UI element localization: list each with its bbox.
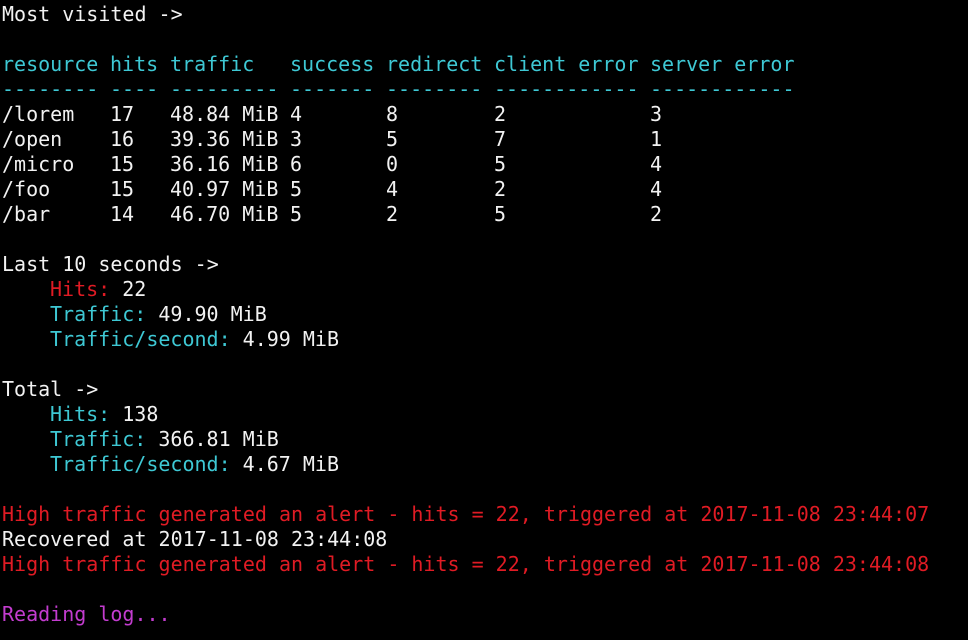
traffic-value: 49.90 MiB — [146, 302, 267, 326]
traffic-per-second-value: 4.67 MiB — [230, 452, 339, 476]
table-header-row: resource hits traffic success redirect c… — [2, 52, 966, 77]
separator-redirect: -------- — [386, 77, 483, 101]
last-10-seconds-hits: Hits: 22 — [2, 277, 966, 302]
hits-label: Hits: — [50, 402, 111, 426]
cell-traffic: 39.36 MiB — [170, 127, 279, 151]
cell-redirect: 8 — [386, 102, 399, 126]
cell-client-error: 2 — [494, 177, 507, 201]
column-header-server-error: server error — [650, 52, 795, 76]
cell-client-error: 5 — [494, 202, 507, 226]
column-header-client-error: client error — [494, 52, 639, 76]
cell-redirect: 0 — [386, 152, 399, 176]
table-row: /lorem 17 48.84 MiB 4 8 2 3 — [2, 102, 966, 127]
cell-redirect: 2 — [386, 202, 399, 226]
terminal-output: Most visited -> resource hits traffic su… — [2, 2, 966, 627]
cell-resource: /foo — [2, 177, 51, 201]
separator-server-error: ------------ — [650, 77, 795, 101]
traffic-per-second-label: Traffic/second: — [50, 452, 231, 476]
cell-traffic: 48.84 MiB — [170, 102, 279, 126]
cell-client-error: 7 — [494, 127, 507, 151]
separator-client-error: ------------ — [494, 77, 639, 101]
cell-success: 5 — [290, 177, 303, 201]
table-row: /foo 15 40.97 MiB 5 4 2 4 — [2, 177, 966, 202]
cell-traffic: 40.97 MiB — [170, 177, 279, 201]
traffic-label: Traffic: — [50, 302, 147, 326]
cell-hits: 15 — [110, 152, 135, 176]
column-header-redirect: redirect — [386, 52, 483, 76]
cell-resource: /bar — [2, 202, 51, 226]
cell-server-error: 4 — [650, 177, 663, 201]
traffic-per-second-label: Traffic/second: — [50, 327, 231, 351]
cell-success: 4 — [290, 102, 303, 126]
cell-resource: /open — [2, 127, 63, 151]
cell-client-error: 5 — [494, 152, 507, 176]
total-traffic: Traffic: 366.81 MiB — [2, 427, 966, 452]
cell-server-error: 2 — [650, 202, 663, 226]
cell-traffic: 36.16 MiB — [170, 152, 279, 176]
total-heading: Total -> — [2, 377, 99, 401]
last-10-seconds-traffic-per-second: Traffic/second: 4.99 MiB — [2, 327, 966, 352]
separator-resource: -------- — [2, 77, 99, 101]
separator-hits: ---- — [110, 77, 159, 101]
hits-value: 138 — [110, 402, 159, 426]
most-visited-heading: Most visited -> — [2, 2, 183, 26]
total-traffic-per-second: Traffic/second: 4.67 MiB — [2, 452, 966, 477]
cell-success: 6 — [290, 152, 303, 176]
recovered-message: Recovered at 2017-11-08 23:44:08 — [2, 527, 388, 551]
alert-message: High traffic generated an alert - hits =… — [2, 502, 930, 526]
separator-traffic: --------- — [170, 77, 279, 101]
cell-resource: /lorem — [2, 102, 75, 126]
hits-value: 22 — [110, 277, 147, 301]
cell-redirect: 4 — [386, 177, 399, 201]
cell-success: 5 — [290, 202, 303, 226]
traffic-value: 366.81 MiB — [146, 427, 279, 451]
hits-label: Hits: — [50, 277, 111, 301]
last-10-seconds-heading: Last 10 seconds -> — [2, 252, 219, 276]
cell-server-error: 4 — [650, 152, 663, 176]
separator-success: ------- — [290, 77, 375, 101]
cell-resource: /micro — [2, 152, 75, 176]
table-row: /open 16 39.36 MiB 3 5 7 1 — [2, 127, 966, 152]
cell-hits: 17 — [110, 102, 135, 126]
traffic-label: Traffic: — [50, 427, 147, 451]
last-10-seconds-traffic: Traffic: 49.90 MiB — [2, 302, 966, 327]
traffic-per-second-value: 4.99 MiB — [230, 327, 339, 351]
table-separator-row: -------- ---- --------- ------- --------… — [2, 77, 966, 102]
column-header-hits: hits — [110, 52, 159, 76]
column-header-traffic: traffic — [170, 52, 255, 76]
table-row: /micro 15 36.16 MiB 6 0 5 4 — [2, 152, 966, 177]
column-header-resource: resource — [2, 52, 99, 76]
cell-server-error: 1 — [650, 127, 663, 151]
column-header-success: success — [290, 52, 375, 76]
cell-server-error: 3 — [650, 102, 663, 126]
cell-success: 3 — [290, 127, 303, 151]
cell-redirect: 5 — [386, 127, 399, 151]
cell-hits: 15 — [110, 177, 135, 201]
cell-hits: 14 — [110, 202, 135, 226]
table-row: /bar 14 46.70 MiB 5 2 5 2 — [2, 202, 966, 227]
total-hits: Hits: 138 — [2, 402, 966, 427]
cell-traffic: 46.70 MiB — [170, 202, 279, 226]
status-message: Reading log... — [2, 602, 171, 626]
cell-client-error: 2 — [494, 102, 507, 126]
alert-message: High traffic generated an alert - hits =… — [2, 552, 930, 576]
cell-hits: 16 — [110, 127, 135, 151]
